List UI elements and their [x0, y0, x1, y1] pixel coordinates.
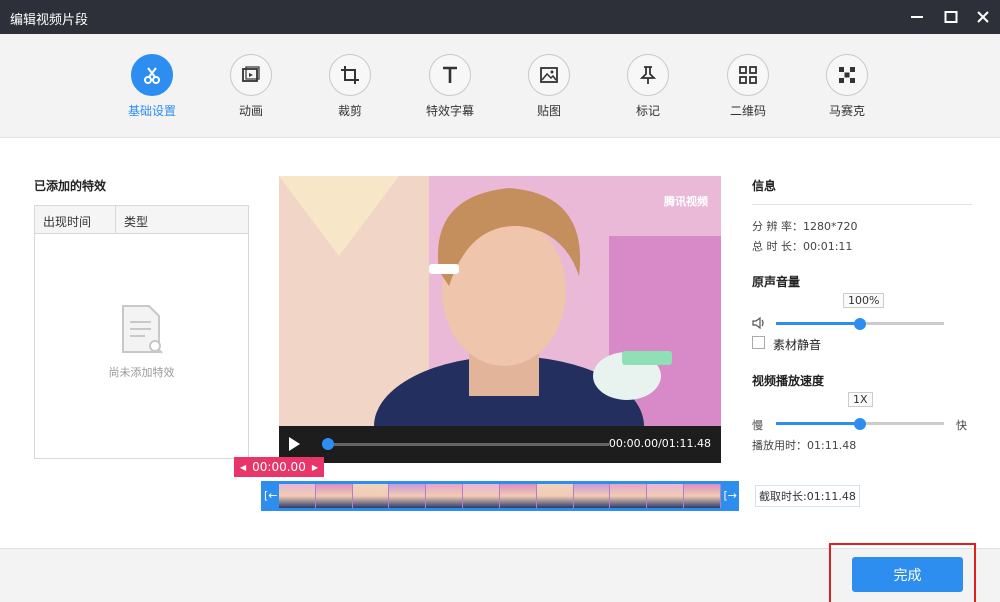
title-bar: 编辑视频片段 [0, 0, 1000, 34]
mosaic-icon [826, 54, 868, 96]
toolbar: 基础设置 动画 裁剪 特效字幕 贴图 标记 二维码 马赛克 [0, 34, 1000, 138]
pin-icon [627, 54, 669, 96]
caret-left-icon[interactable]: ◀ [240, 463, 246, 472]
tab-label: 基础设置 [127, 104, 176, 118]
duration-row: 总 时 长：00:01:11 [752, 238, 852, 254]
volume-fill [776, 322, 860, 325]
volume-title: 原声音量 [752, 275, 801, 289]
column-header-type: 类型 [124, 215, 149, 229]
clip-length-label: 截取时长:01:11.48 [755, 485, 860, 507]
filmstrip-frame [647, 484, 685, 508]
seek-bar[interactable] [327, 443, 609, 446]
empty-document-icon [121, 304, 165, 359]
info-title: 信息 [752, 179, 777, 193]
footer: 完成 [0, 543, 1000, 602]
speed-fill [776, 422, 860, 425]
tab-label: 马赛克 [828, 104, 865, 118]
play-time-label: 播放用时： [752, 439, 807, 452]
resolution-value: 1280*720 [803, 220, 858, 233]
tab-marker[interactable]: 标记 [603, 54, 693, 119]
tab-label: 贴图 [536, 104, 561, 118]
tab-label: 动画 [238, 104, 263, 118]
tab-label: 标记 [635, 104, 660, 118]
player-timecode: 00:00.00/01:11.48 [608, 437, 711, 450]
text-icon [429, 54, 471, 96]
filmstrip-frame [463, 484, 500, 508]
play-time-value: 01:11.48 [807, 439, 857, 452]
tab-mosaic[interactable]: 马赛克 [802, 54, 892, 119]
filmstrip-frame [573, 484, 611, 508]
tab-sticker[interactable]: 贴图 [504, 54, 594, 119]
tab-label: 二维码 [729, 104, 766, 118]
divider [752, 204, 972, 205]
filmstrip-frame [279, 484, 316, 508]
filmstrip-frame [610, 484, 648, 508]
highlight-annotation [829, 543, 976, 602]
tab-animation[interactable]: 动画 [206, 54, 296, 119]
filmstrip-frames [279, 484, 721, 508]
speed-handle[interactable] [854, 418, 866, 430]
volume-tooltip: 100% [843, 293, 885, 308]
video-frame [279, 176, 721, 426]
crop-icon [329, 54, 371, 96]
speed-tooltip: 1X [848, 392, 873, 407]
filmstrip-frame [352, 484, 390, 508]
window-title: 编辑视频片段 [10, 13, 89, 28]
image-icon [528, 54, 570, 96]
speed-title: 视频播放速度 [752, 374, 825, 388]
filmstrip-frame [389, 484, 427, 508]
seek-handle[interactable] [322, 438, 334, 450]
close-icon[interactable] [966, 0, 1000, 34]
caret-right-icon[interactable]: ▶ [312, 463, 318, 472]
video-watermark: 腾讯视频 [664, 195, 708, 208]
duration-value: 00:01:11 [803, 240, 853, 253]
table-header: 出现时间 类型 [35, 206, 248, 234]
effects-table: 出现时间 类型 尚未添加特效 [34, 205, 249, 459]
volume-handle[interactable] [854, 318, 866, 330]
tab-qrcode[interactable]: 二维码 [703, 54, 793, 119]
animation-icon [230, 54, 272, 96]
video-player[interactable]: 腾讯视频 00:00.00/01:11.48 [279, 176, 721, 463]
maximize-icon[interactable] [934, 0, 968, 34]
filmstrip-frame [499, 484, 537, 508]
slow-label: 慢 [752, 419, 763, 432]
play-time-row: 播放用时：01:11.48 [752, 437, 856, 453]
tab-crop[interactable]: 裁剪 [305, 54, 395, 119]
trim-end-handle[interactable]: [→ [723, 489, 737, 502]
column-divider [115, 206, 116, 234]
play-icon[interactable] [289, 437, 300, 451]
resolution-row: 分 辨 率：1280*720 [752, 218, 858, 234]
tab-label: 裁剪 [337, 104, 362, 118]
filmstrip-frame [315, 484, 353, 508]
qrcode-icon [727, 54, 769, 96]
filmstrip-frame [684, 484, 721, 508]
tab-text-effects[interactable]: 特效字幕 [405, 54, 495, 119]
start-time-marker[interactable]: ◀ 00:00.00 ▶ [234, 457, 324, 477]
mute-label: 素材静音 [773, 338, 822, 352]
speaker-icon[interactable] [752, 316, 766, 332]
fast-label: 快 [956, 419, 967, 432]
duration-label: 总 时 长： [752, 240, 803, 253]
effects-panel-title: 已添加的特效 [34, 179, 107, 193]
minimize-icon[interactable] [900, 0, 934, 34]
mute-checkbox[interactable] [752, 336, 765, 349]
player-controls: 00:00.00/01:11.48 [279, 426, 721, 463]
tab-basic-settings[interactable]: 基础设置 [107, 54, 197, 119]
trim-start-handle[interactable]: [← [264, 489, 278, 502]
tab-label: 特效字幕 [425, 104, 474, 118]
column-header-time: 出现时间 [43, 215, 92, 229]
filmstrip-frame [536, 484, 574, 508]
scissors-icon [131, 54, 173, 96]
clip-filmstrip[interactable]: [← [→ [261, 481, 739, 511]
filmstrip-frame [426, 484, 464, 508]
start-time-value: 00:00.00 [252, 460, 306, 474]
resolution-label: 分 辨 率： [752, 220, 803, 233]
empty-state-text: 尚未添加特效 [108, 366, 175, 379]
main-panel: 已添加的特效 出现时间 类型 尚未添加特效 腾讯视频 00:00.00/01:1… [0, 138, 1000, 548]
